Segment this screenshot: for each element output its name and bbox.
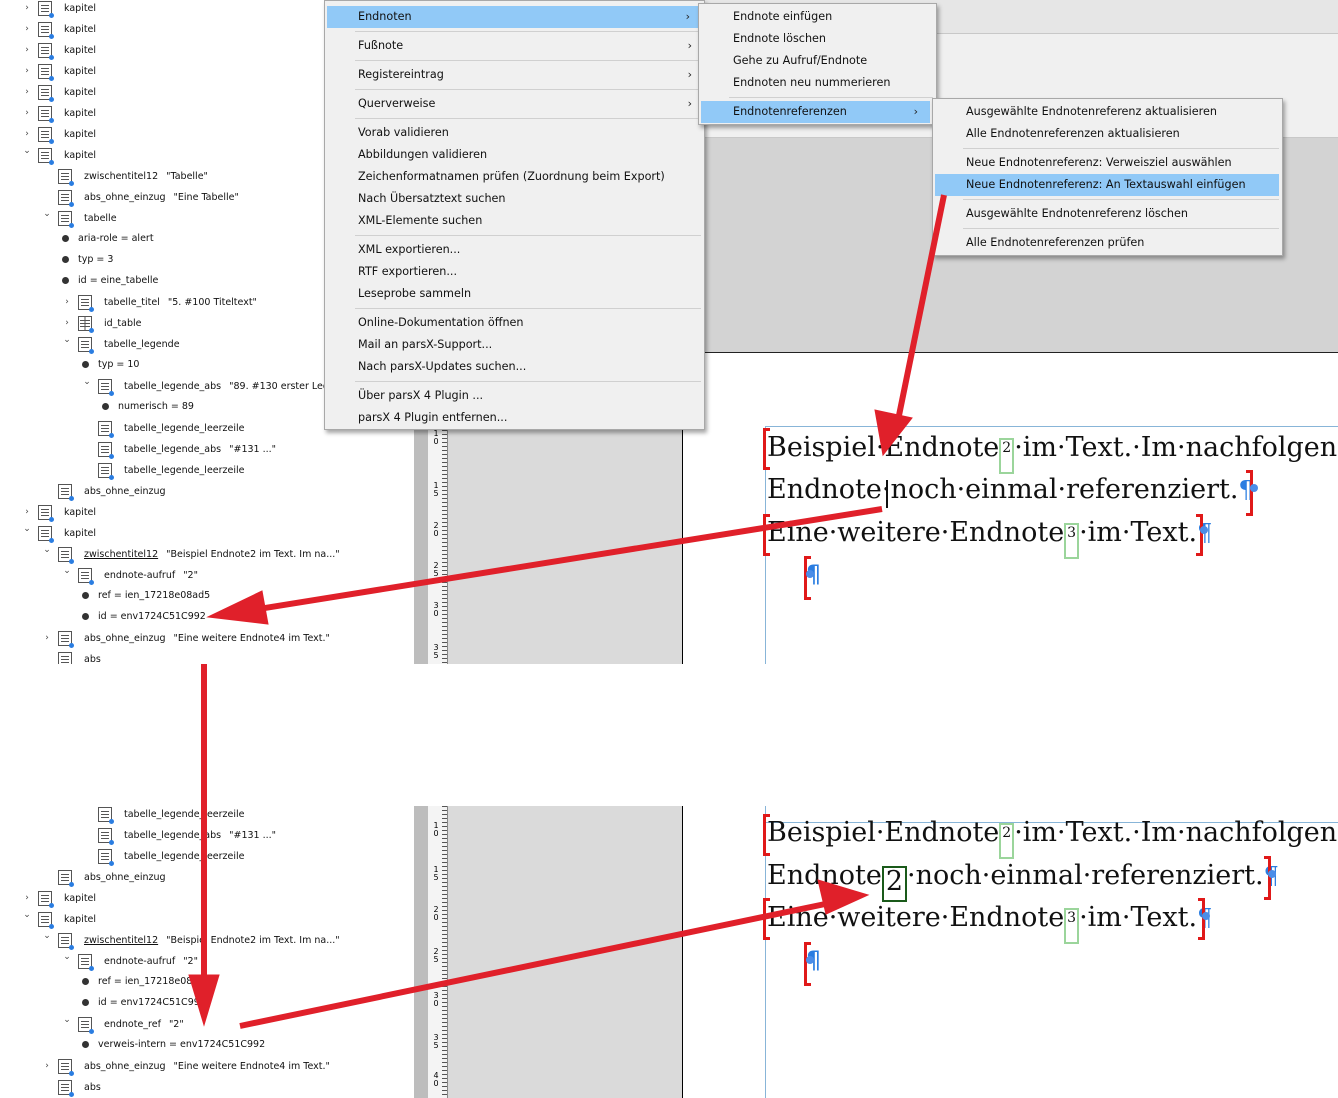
arrow-tree-to-reference: [239, 900, 831, 1029]
arrowhead: [188, 974, 220, 1027]
annotation-arrows: [188, 194, 947, 1029]
arrowhead: [206, 590, 269, 625]
arrow-menu-to-text: [892, 194, 947, 436]
arrow-text-to-tree: [239, 506, 883, 615]
arrowhead: [874, 409, 913, 457]
arrowhead: [817, 879, 870, 915]
